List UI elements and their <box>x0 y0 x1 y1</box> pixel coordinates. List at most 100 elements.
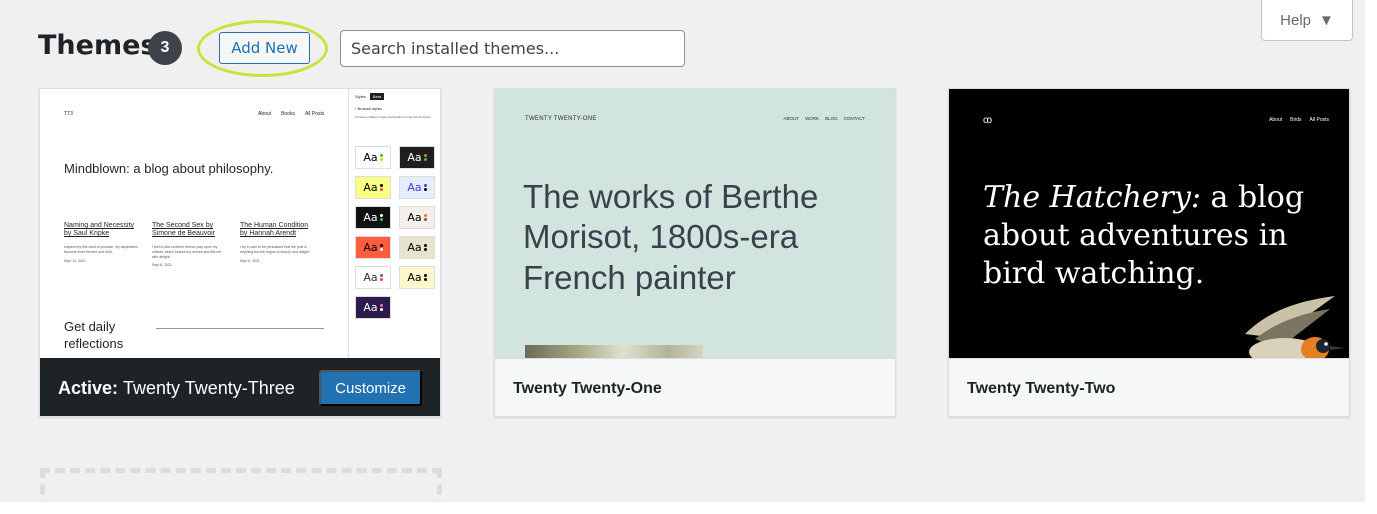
swatch-dots <box>379 304 383 311</box>
swatch-dots <box>423 214 427 221</box>
preview-headline-italic: The Hatchery: <box>983 180 1201 215</box>
theme-screenshot[interactable]: TWENTY TWENTY-ONE ABOUT WORK BLOG CONTAC… <box>495 89 895 358</box>
swatch-dots <box>379 274 383 281</box>
preview-post: The Human Condition by Hannah Arendt I t… <box>240 222 316 267</box>
style-swatch-label: Aa <box>407 151 422 164</box>
style-swatch-label: Aa <box>363 151 378 164</box>
style-swatch: Aa <box>399 146 435 169</box>
style-swatch-label: Aa <box>407 181 422 194</box>
swatch-dot <box>423 184 427 187</box>
styles-panel: Styles Beta ‹ Browse styles Choose a dif… <box>348 89 440 358</box>
swatch-dots <box>423 154 427 161</box>
preview-nav-item: About <box>258 111 272 117</box>
active-label: Active: <box>58 377 119 398</box>
style-swatch: Aa <box>355 206 391 229</box>
preview-nav: About Birds All Posts <box>1269 117 1329 123</box>
swatch-dot <box>379 188 383 191</box>
customize-button[interactable]: Customize <box>319 370 422 406</box>
preview-headline: The Hatchery: a blog about adventures in… <box>983 179 1333 292</box>
preview-nav: About Books All Posts <box>258 111 324 117</box>
bird-illustration <box>1245 296 1345 358</box>
preview-nav-item: Birds <box>1290 117 1302 123</box>
page-title: Themes <box>38 30 157 61</box>
preview-site-title: TWENTY TWENTY-ONE <box>525 116 597 122</box>
swatch-dot <box>379 308 383 311</box>
search-themes-input[interactable] <box>340 30 685 67</box>
preview-logo-icon: oo <box>983 115 992 126</box>
swatch-dots <box>379 214 383 221</box>
theme-screenshot[interactable]: oo About Birds All Posts The Hatchery: a… <box>949 89 1349 358</box>
active-theme-bar: Active: Twenty Twenty-Three Customize <box>40 358 440 416</box>
preview-nav-item: WORK <box>805 116 820 121</box>
swatch-dot <box>379 278 383 281</box>
style-swatch: Aa <box>399 236 435 259</box>
themes-page: Themes 3 Add New Help ▼ TT3 About Books … <box>0 0 1365 502</box>
style-swatch: Aa <box>355 266 391 289</box>
style-swatch-label: Aa <box>407 271 422 284</box>
preview-post-excerpt: Inspired by this wind of promise, my day… <box>64 244 138 254</box>
add-new-button[interactable]: Add New <box>219 32 310 64</box>
preview-post-date: Sept 8, 2021 <box>152 263 172 268</box>
preview-nav-item: All Posts <box>1309 117 1329 123</box>
styles-panel-header: Styles Beta <box>349 89 440 104</box>
theme-card-twenty-twenty-one[interactable]: TWENTY TWENTY-ONE ABOUT WORK BLOG CONTAC… <box>494 88 896 417</box>
divider <box>156 328 324 329</box>
theme-name: Twenty Twenty-One <box>495 358 895 416</box>
swatch-dot <box>379 154 383 157</box>
help-label: Help <box>1280 11 1311 29</box>
swatch-dot <box>423 154 427 157</box>
swatch-dots <box>423 184 427 191</box>
swatch-dot <box>423 214 427 217</box>
style-swatch-label: Aa <box>363 241 378 254</box>
swatch-dot <box>379 218 383 221</box>
swatch-dot <box>379 274 383 277</box>
theme-card-twenty-twenty-three[interactable]: TT3 About Books All Posts Mindblown: a b… <box>39 88 441 417</box>
swatch-dot <box>379 158 383 161</box>
theme-count-badge: 3 <box>148 31 182 65</box>
style-swatch-label: Aa <box>407 211 422 224</box>
style-swatch: Aa <box>355 236 391 259</box>
help-tab-button[interactable]: Help ▼ <box>1261 0 1353 41</box>
swatch-dot <box>423 248 427 251</box>
style-swatches: Aa Aa Aa Aa Aa Aa Aa Aa Aa Aa Aa <box>355 146 435 319</box>
preview-footer-text: Get daily reflections <box>64 319 124 351</box>
preview-headline: The works of Berthe Morisot, 1800s-era F… <box>523 178 819 296</box>
preview-nav: ABOUT WORK BLOG CONTACT <box>784 116 865 121</box>
preview-nav-item: BLOG <box>825 116 838 121</box>
swatch-dots <box>379 244 383 251</box>
preview-post-title: The Human Condition by Hannah Arendt <box>240 222 309 238</box>
swatch-dot <box>379 248 383 251</box>
browse-styles-text: Browse styles <box>357 106 383 111</box>
theme-name: Twenty Twenty-Two <box>949 358 1349 416</box>
style-swatch: Aa <box>355 176 391 199</box>
style-swatch-label: Aa <box>363 271 378 284</box>
swatch-dot <box>379 184 383 187</box>
swatch-dot <box>423 278 427 281</box>
theme-card-twenty-twenty-two[interactable]: oo About Birds All Posts The Hatchery: a… <box>948 88 1350 417</box>
preview-nav-item: ABOUT <box>783 116 800 121</box>
swatch-dot <box>379 214 383 217</box>
style-swatch: Aa <box>399 176 435 199</box>
add-new-theme-placeholder[interactable] <box>40 468 442 502</box>
preview-nav-item: CONTACT <box>843 116 865 121</box>
style-swatch-label: Aa <box>363 301 378 314</box>
style-swatch-label: Aa <box>407 241 422 254</box>
swatch-dot <box>423 274 427 277</box>
styles-panel-title: Styles <box>355 94 366 99</box>
preview-post-title: The Second Sex by Simone de Beauvoir <box>152 222 216 238</box>
style-swatch: Aa <box>355 296 391 319</box>
preview-post: Naming and Necessity by Saul Kripke Insp… <box>64 222 140 267</box>
swatch-dot <box>423 188 427 191</box>
swatch-dot <box>379 244 383 247</box>
preview-post: The Second Sex by Simone de Beauvoir I f… <box>152 222 228 267</box>
style-swatch-label: Aa <box>363 181 378 194</box>
swatch-dots <box>379 154 383 161</box>
theme-screenshot[interactable]: TT3 About Books All Posts Mindblown: a b… <box>40 89 440 358</box>
caret-down-icon: ▼ <box>1319 11 1334 29</box>
swatch-dot <box>379 304 383 307</box>
painting-image <box>525 345 703 358</box>
style-swatch-label: Aa <box>363 211 378 224</box>
swatch-dots <box>379 184 383 191</box>
preview-nav-item: Books <box>281 111 295 117</box>
preview-post-date: Sept 10, 2021 <box>64 258 86 263</box>
